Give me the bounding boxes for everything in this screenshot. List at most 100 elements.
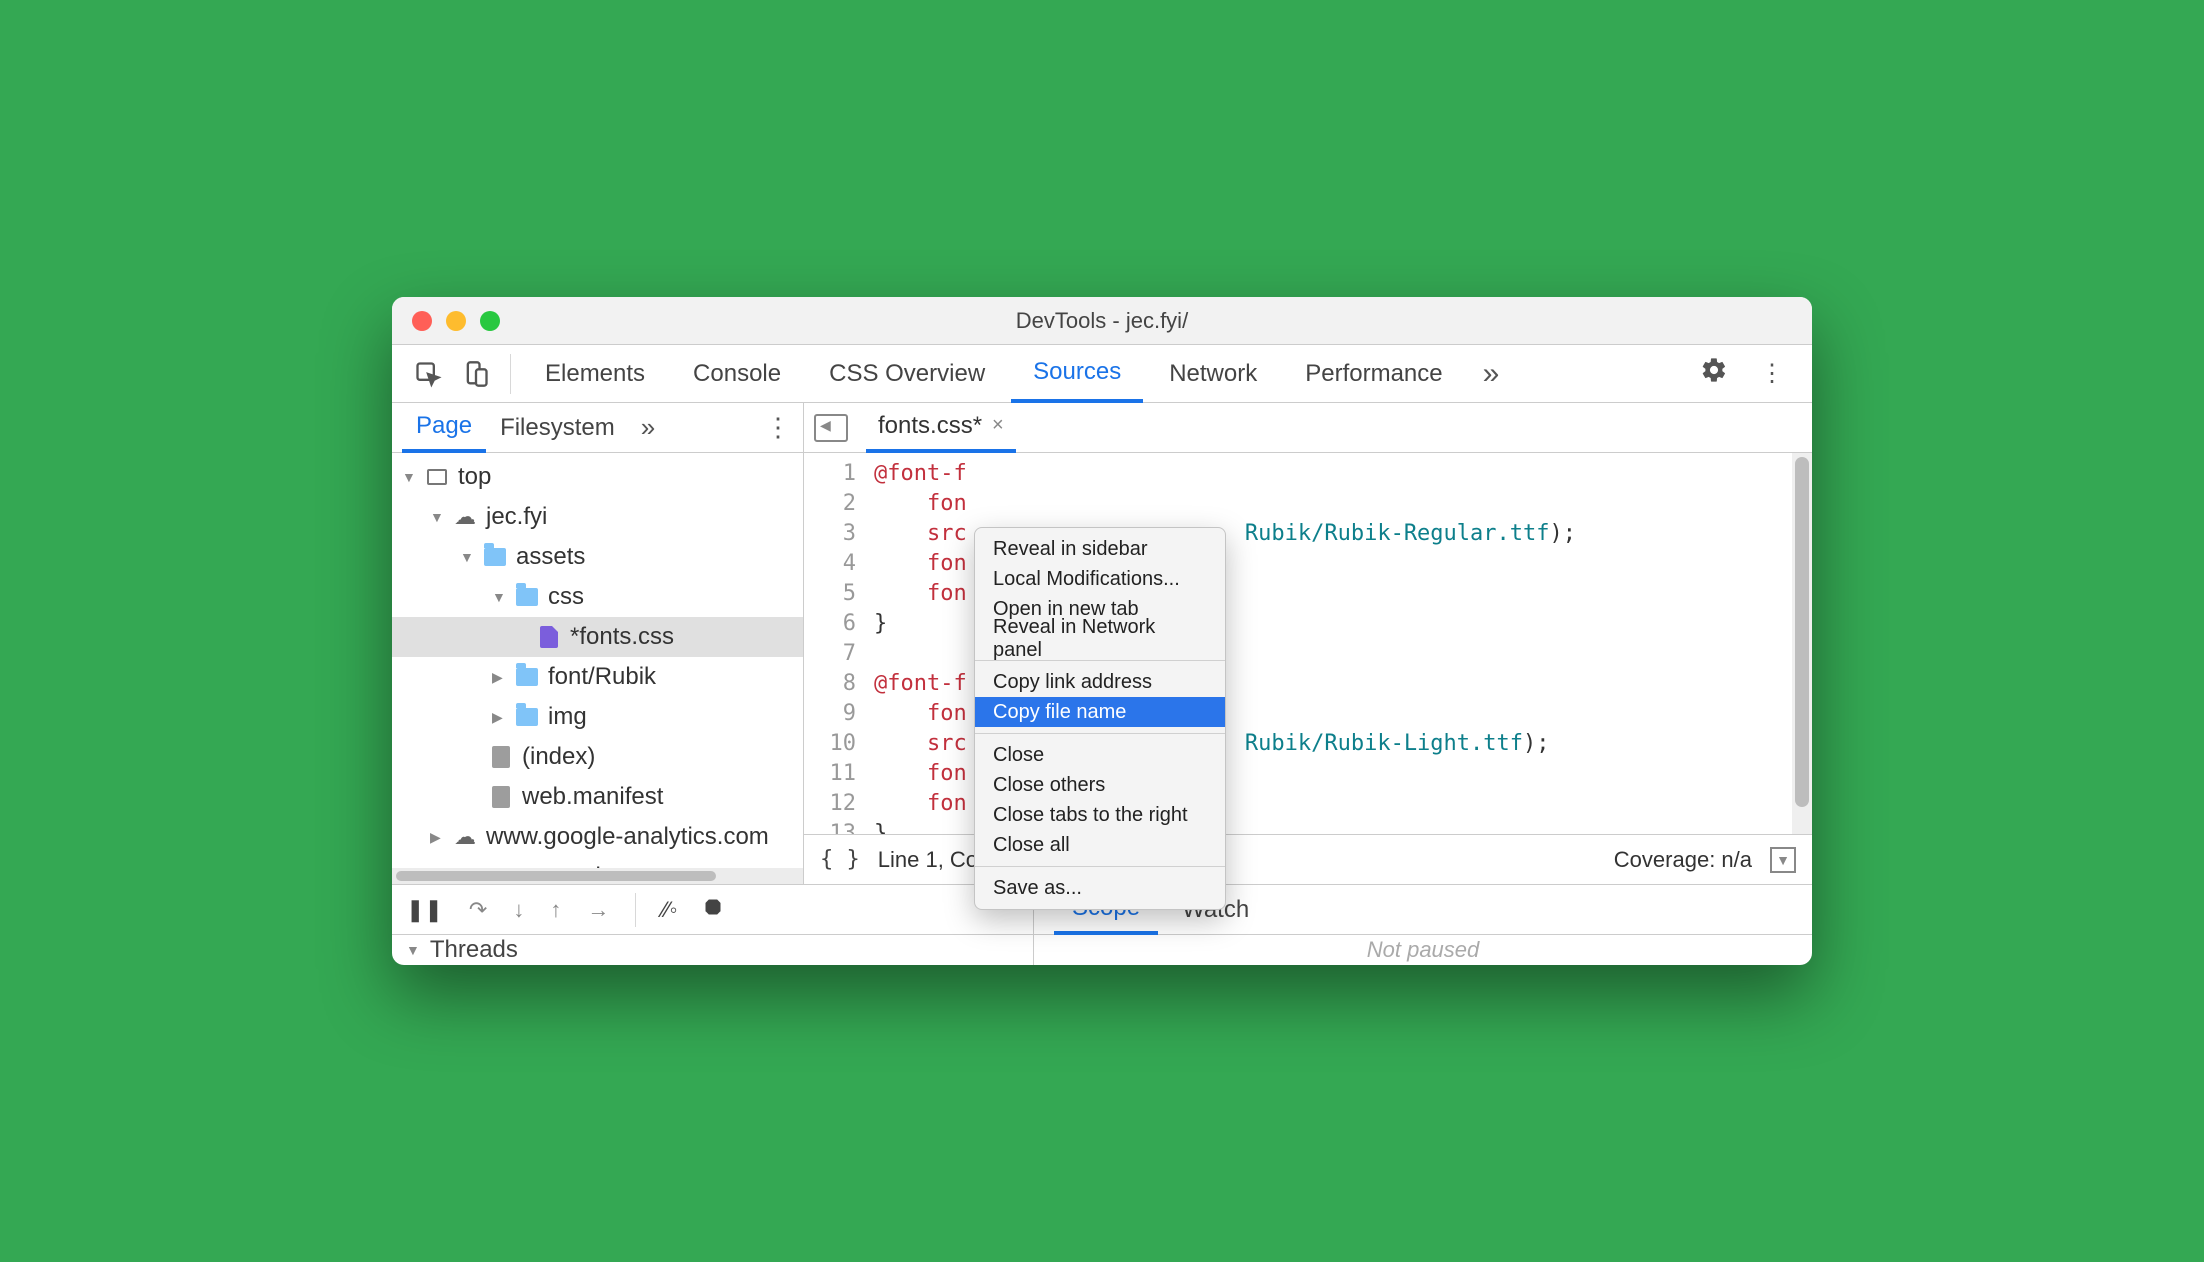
tab-elements[interactable]: Elements [523,345,667,403]
tree-label: font/Rubik [548,663,656,691]
tree-label: top [458,463,491,491]
tab-sources[interactable]: Sources [1011,345,1143,403]
tree-label: *fonts.css [570,623,674,651]
horizontal-scrollbar[interactable] [392,868,803,884]
device-toggle-icon[interactable] [454,352,498,396]
window-title: DevTools - jec.fyi/ [392,308,1812,334]
stylesheet-file-icon [540,626,558,648]
toggle-navigator-icon[interactable] [814,414,848,442]
tree-node-assets[interactable]: ▼assets [392,537,803,577]
tab-console[interactable]: Console [671,345,803,403]
file-tree: ▼top ▼☁jec.fyi ▼assets ▼css *fonts.css ▶… [392,453,803,868]
line-num: 6 [804,609,856,639]
file-icon [492,786,510,808]
tree-label: web.manifest [522,783,663,811]
show-coverage-icon[interactable]: ▼ [1770,847,1796,873]
separator [635,893,636,927]
line-gutter: 1 2 3 4 5 6 7 8 9 10 11 12 13 14 [804,453,866,834]
kebab-menu-icon[interactable]: ⋮ [1746,359,1798,388]
ctx-close[interactable]: Close [975,740,1225,770]
ctx-separator [975,866,1225,867]
tree-node-index[interactable]: (index) [392,737,803,777]
cloud-icon: ☁ [452,504,478,530]
ctx-close-others[interactable]: Close others [975,770,1225,800]
line-num: 5 [804,579,856,609]
close-tab-icon[interactable]: × [992,414,1004,437]
ctx-reveal-sidebar[interactable]: Reveal in sidebar [975,534,1225,564]
tree-label: img [548,703,587,731]
ctx-close-all[interactable]: Close all [975,830,1225,860]
separator [510,354,511,394]
tree-label: css [548,583,584,611]
ctx-reveal-network[interactable]: Reveal in Network panel [975,624,1225,654]
settings-icon[interactable] [1686,356,1742,391]
ctx-copy-file-name[interactable]: Copy file name [975,697,1225,727]
tree-label: assets [516,543,585,571]
devtools-window: DevTools - jec.fyi/ Elements Console CSS… [392,297,1812,965]
step-into-icon[interactable]: ↓ [513,897,524,923]
line-num: 3 [804,519,856,549]
tree-node-google-analytics[interactable]: ▶☁www.google-analytics.com [392,817,803,857]
more-tabs-icon[interactable]: » [1469,357,1514,391]
tab-performance[interactable]: Performance [1283,345,1464,403]
ctx-local-modifications[interactable]: Local Modifications... [975,564,1225,594]
threads-section[interactable]: ▼ Threads [392,935,1033,965]
pause-on-exceptions-icon[interactable] [703,897,723,923]
line-num: 2 [804,489,856,519]
debugger-toolbar: ❚❚ ↷ ↓ ↑ → ⁄⁄◦ [392,885,1033,935]
pause-icon[interactable]: ❚❚ [406,897,443,923]
navigator-sidebar: Page Filesystem » ⋮ ▼top ▼☁jec.fyi ▼asse… [392,403,804,884]
pretty-print-icon[interactable]: { } [820,847,860,872]
step-over-icon[interactable]: ↷ [469,897,487,923]
ctx-save-as[interactable]: Save as... [975,873,1225,903]
tab-network[interactable]: Network [1147,345,1279,403]
editor-tab-fonts-css[interactable]: fonts.css* × [866,403,1016,453]
navigator-more-icon[interactable]: » [629,412,667,443]
editor-tabs: fonts.css* × [804,403,1812,453]
line-num: 7 [804,639,856,669]
navigator-kebab-icon[interactable]: ⋮ [753,412,803,443]
cloud-icon: ☁ [452,824,478,850]
ctx-copy-link-address[interactable]: Copy link address [975,667,1225,697]
main-toolbar: Elements Console CSS Overview Sources Ne… [392,345,1812,403]
editor-status-bar: { } Line 1, Column 1 Coverage: n/a ▼ [804,834,1812,884]
tree-node-top[interactable]: ▼top [392,457,803,497]
code-area: 1 2 3 4 5 6 7 8 9 10 11 12 13 14 @font-f… [804,453,1812,834]
main-body: Page Filesystem » ⋮ ▼top ▼ ☁ jec.fyi ▼asse… [392,403,1812,885]
folder-icon [516,708,538,726]
step-out-icon[interactable]: ↑ [550,897,561,923]
file-icon [492,746,510,768]
editor-tab-label: fonts.css* [878,412,982,440]
line-num: 9 [804,699,856,729]
ctx-separator [975,733,1225,734]
step-icon[interactable]: → [587,897,609,923]
line-num: 10 [804,729,856,759]
frame-icon [427,469,447,485]
navigator-tab-filesystem[interactable]: Filesystem [486,403,629,453]
editor-panel: fonts.css* × 1 2 3 4 5 6 7 8 9 10 11 1 [804,403,1812,884]
line-num: 8 [804,669,856,699]
tree-node-googletagmanager[interactable]: ▶☁www.googletagmanager.com [392,857,803,868]
window-titlebar: DevTools - jec.fyi/ [392,297,1812,345]
tree-node-domain[interactable]: ▼☁jec.fyi [392,497,803,537]
line-num: 13 [804,819,856,834]
tree-label: www.google-analytics.com [486,823,769,851]
threads-label: Threads [430,936,518,964]
folder-icon [484,548,506,566]
inspect-element-icon[interactable] [406,352,450,396]
tree-node-fonts-css[interactable]: *fonts.css [392,617,803,657]
tree-node-img[interactable]: ▶img [392,697,803,737]
tree-label: jec.fyi [486,503,547,531]
line-num: 1 [804,459,856,489]
vertical-scrollbar[interactable] [1792,453,1812,834]
navigator-tab-page[interactable]: Page [402,403,486,453]
deactivate-breakpoints-icon[interactable]: ⁄⁄◦ [662,897,677,923]
tab-context-menu: Reveal in sidebar Local Modifications...… [974,527,1226,910]
tree-label: (index) [522,743,595,771]
line-num: 11 [804,759,856,789]
tree-node-font-rubik[interactable]: ▶font/Rubik [392,657,803,697]
tree-node-manifest[interactable]: web.manifest [392,777,803,817]
tree-node-css[interactable]: ▼css [392,577,803,617]
ctx-close-tabs-right[interactable]: Close tabs to the right [975,800,1225,830]
tab-css-overview[interactable]: CSS Overview [807,345,1007,403]
